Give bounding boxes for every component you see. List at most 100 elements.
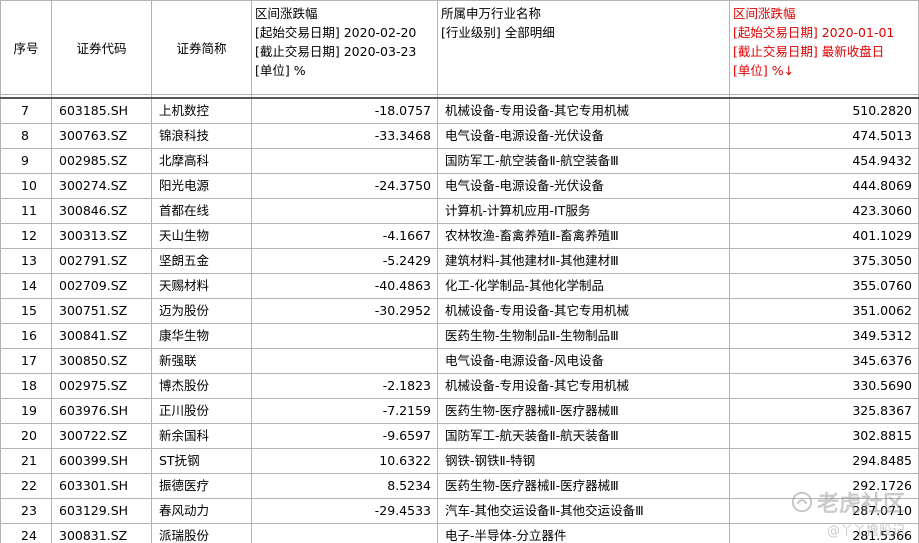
- cell-code[interactable]: 300763.SZ: [51, 123, 152, 149]
- cell-index[interactable]: 17: [0, 348, 52, 374]
- cell-industry[interactable]: 国防军工-航空装备Ⅱ-航空装备Ⅲ: [437, 148, 730, 174]
- cell-industry[interactable]: 电气设备-电源设备-光伏设备: [437, 123, 730, 149]
- cell-change-period1[interactable]: -30.2952: [251, 298, 438, 324]
- cell-change-period2[interactable]: 292.1726: [729, 473, 919, 499]
- table-row[interactable]: 15 300751.SZ 迈为股份 -30.2952 机械设备-专用设备-其它专用机械 3…: [0, 298, 919, 324]
- cell-change-period1[interactable]: [251, 323, 438, 349]
- cell-code[interactable]: 600399.SH: [51, 448, 152, 474]
- cell-index[interactable]: 10: [0, 173, 52, 199]
- cell-index[interactable]: 18: [0, 373, 52, 399]
- cell-index[interactable]: 13: [0, 248, 52, 274]
- cell-index[interactable]: 21: [0, 448, 52, 474]
- cell-change-period2[interactable]: 423.3060: [729, 198, 919, 224]
- cell-index[interactable]: 12: [0, 223, 52, 249]
- cell-code[interactable]: 300850.SZ: [51, 348, 152, 374]
- cell-industry[interactable]: 钢铁-钢铁Ⅱ-特钢: [437, 448, 730, 474]
- cell-name[interactable]: 振德医疗: [151, 473, 252, 499]
- cell-name[interactable]: 新余国科: [151, 423, 252, 449]
- cell-change-period2[interactable]: 302.8815: [729, 423, 919, 449]
- table-row[interactable]: 11 300846.SZ 首都在线 计算机-计算机应用-IT服务 423.3060: [0, 198, 919, 224]
- table-row[interactable]: 21 600399.SH ST抚钢 10.6322 钢铁-钢铁Ⅱ-特钢 294.8485: [0, 448, 919, 474]
- table-row[interactable]: 13 002791.SZ 坚朗五金 -5.2429 建筑材料-其他建材Ⅱ-其他建材Ⅲ 37…: [0, 248, 919, 274]
- cell-name[interactable]: 康华生物: [151, 323, 252, 349]
- cell-name[interactable]: 新强联: [151, 348, 252, 374]
- cell-industry[interactable]: 计算机-计算机应用-IT服务: [437, 198, 730, 224]
- cell-code[interactable]: 300274.SZ: [51, 173, 152, 199]
- cell-index[interactable]: 16: [0, 323, 52, 349]
- cell-index[interactable]: 20: [0, 423, 52, 449]
- cell-change-period1[interactable]: -18.0757: [251, 97, 438, 124]
- cell-index[interactable]: 19: [0, 398, 52, 424]
- cell-change-period2[interactable]: 287.0710: [729, 498, 919, 524]
- cell-industry[interactable]: 机械设备-专用设备-其它专用机械: [437, 97, 730, 124]
- cell-change-period1[interactable]: -4.1667: [251, 223, 438, 249]
- table-row[interactable]: 14 002709.SZ 天赐材料 -40.4863 化工-化学制品-其他化学制品 355…: [0, 273, 919, 299]
- cell-name[interactable]: 北摩高科: [151, 148, 252, 174]
- cell-change-period1[interactable]: [251, 148, 438, 174]
- cell-change-period1[interactable]: [251, 348, 438, 374]
- cell-name[interactable]: 上机数控: [151, 97, 252, 124]
- cell-change-period1[interactable]: -7.2159: [251, 398, 438, 424]
- cell-change-period2[interactable]: 330.5690: [729, 373, 919, 399]
- cell-change-period2[interactable]: 281.5366: [729, 523, 919, 543]
- cell-industry[interactable]: 汽车-其他交运设备Ⅱ-其他交运设备Ⅲ: [437, 498, 730, 524]
- cell-name[interactable]: 博杰股份: [151, 373, 252, 399]
- cell-code[interactable]: 603129.SH: [51, 498, 152, 524]
- cell-industry[interactable]: 机械设备-专用设备-其它专用机械: [437, 373, 730, 399]
- cell-change-period2[interactable]: 325.8367: [729, 398, 919, 424]
- cell-change-period2[interactable]: 349.5312: [729, 323, 919, 349]
- cell-code[interactable]: 300722.SZ: [51, 423, 152, 449]
- cell-index[interactable]: 23: [0, 498, 52, 524]
- cell-industry[interactable]: 医药生物-医疗器械Ⅱ-医疗器械Ⅲ: [437, 398, 730, 424]
- cell-industry[interactable]: 农林牧渔-畜禽养殖Ⅱ-畜禽养殖Ⅲ: [437, 223, 730, 249]
- cell-code[interactable]: 603185.SH: [51, 97, 152, 124]
- cell-industry[interactable]: 电气设备-电源设备-光伏设备: [437, 173, 730, 199]
- cell-change-period1[interactable]: -33.3468: [251, 123, 438, 149]
- table-row[interactable]: 20 300722.SZ 新余国科 -9.6597 国防军工-航天装备Ⅱ-航天装备Ⅲ 30…: [0, 423, 919, 449]
- col-header-change-period1[interactable]: 区间涨跌幅 [起始交易日期] 2020-02-20 [截止交易日期] 2020-…: [251, 0, 438, 95]
- cell-change-period2[interactable]: 474.5013: [729, 123, 919, 149]
- col-header-change-period2[interactable]: 区间涨跌幅 [起始交易日期] 2020-01-01 [截止交易日期] 最新收盘日…: [729, 0, 919, 95]
- cell-change-period1[interactable]: -2.1823: [251, 373, 438, 399]
- table-row[interactable]: 17 300850.SZ 新强联 电气设备-电源设备-风电设备 345.6376: [0, 348, 919, 374]
- cell-index[interactable]: 7: [0, 97, 52, 124]
- cell-index[interactable]: 15: [0, 298, 52, 324]
- cell-index[interactable]: 14: [0, 273, 52, 299]
- cell-code[interactable]: 603976.SH: [51, 398, 152, 424]
- table-row[interactable]: 10 300274.SZ 阳光电源 -24.3750 电气设备-电源设备-光伏设备 444…: [0, 173, 919, 199]
- cell-industry[interactable]: 国防军工-航天装备Ⅱ-航天装备Ⅲ: [437, 423, 730, 449]
- cell-change-period2[interactable]: 355.0760: [729, 273, 919, 299]
- cell-name[interactable]: 迈为股份: [151, 298, 252, 324]
- cell-name[interactable]: 春风动力: [151, 498, 252, 524]
- table-row[interactable]: 16 300841.SZ 康华生物 医药生物-生物制品Ⅱ-生物制品Ⅲ 349.5312: [0, 323, 919, 349]
- cell-industry[interactable]: 建筑材料-其他建材Ⅱ-其他建材Ⅲ: [437, 248, 730, 274]
- cell-industry[interactable]: 医药生物-生物制品Ⅱ-生物制品Ⅲ: [437, 323, 730, 349]
- cell-change-period1[interactable]: -29.4533: [251, 498, 438, 524]
- cell-change-period1[interactable]: -24.3750: [251, 173, 438, 199]
- cell-change-period2[interactable]: 375.3050: [729, 248, 919, 274]
- col-header-code[interactable]: 证券代码: [51, 0, 152, 95]
- cell-change-period1[interactable]: -40.4863: [251, 273, 438, 299]
- cell-code[interactable]: 300841.SZ: [51, 323, 152, 349]
- cell-name[interactable]: 锦浪科技: [151, 123, 252, 149]
- table-row[interactable]: 19 603976.SH 正川股份 -7.2159 医药生物-医疗器械Ⅱ-医疗器械Ⅲ 32…: [0, 398, 919, 424]
- cell-industry[interactable]: 医药生物-医疗器械Ⅱ-医疗器械Ⅲ: [437, 473, 730, 499]
- cell-change-period2[interactable]: 444.8069: [729, 173, 919, 199]
- cell-change-period2[interactable]: 345.6376: [729, 348, 919, 374]
- cell-change-period1[interactable]: 10.6322: [251, 448, 438, 474]
- cell-change-period2[interactable]: 401.1029: [729, 223, 919, 249]
- cell-code[interactable]: 300846.SZ: [51, 198, 152, 224]
- cell-change-period1[interactable]: -9.6597: [251, 423, 438, 449]
- cell-industry[interactable]: 电子-半导体-分立器件: [437, 523, 730, 543]
- cell-name[interactable]: 天赐材料: [151, 273, 252, 299]
- table-row[interactable]: 9 002985.SZ 北摩高科 国防军工-航空装备Ⅱ-航空装备Ⅲ 454.9432: [0, 148, 919, 174]
- col-header-index[interactable]: 序号: [0, 0, 52, 95]
- cell-change-period2[interactable]: 294.8485: [729, 448, 919, 474]
- cell-index[interactable]: 8: [0, 123, 52, 149]
- table-row[interactable]: 23 603129.SH 春风动力 -29.4533 汽车-其他交运设备Ⅱ-其他交运设备…: [0, 498, 919, 524]
- table-row[interactable]: 18 002975.SZ 博杰股份 -2.1823 机械设备-专用设备-其它专用机械 33…: [0, 373, 919, 399]
- cell-code[interactable]: 002791.SZ: [51, 248, 152, 274]
- cell-change-period2[interactable]: 510.2820: [729, 97, 919, 124]
- cell-code[interactable]: 300831.SZ: [51, 523, 152, 543]
- cell-name[interactable]: ST抚钢: [151, 448, 252, 474]
